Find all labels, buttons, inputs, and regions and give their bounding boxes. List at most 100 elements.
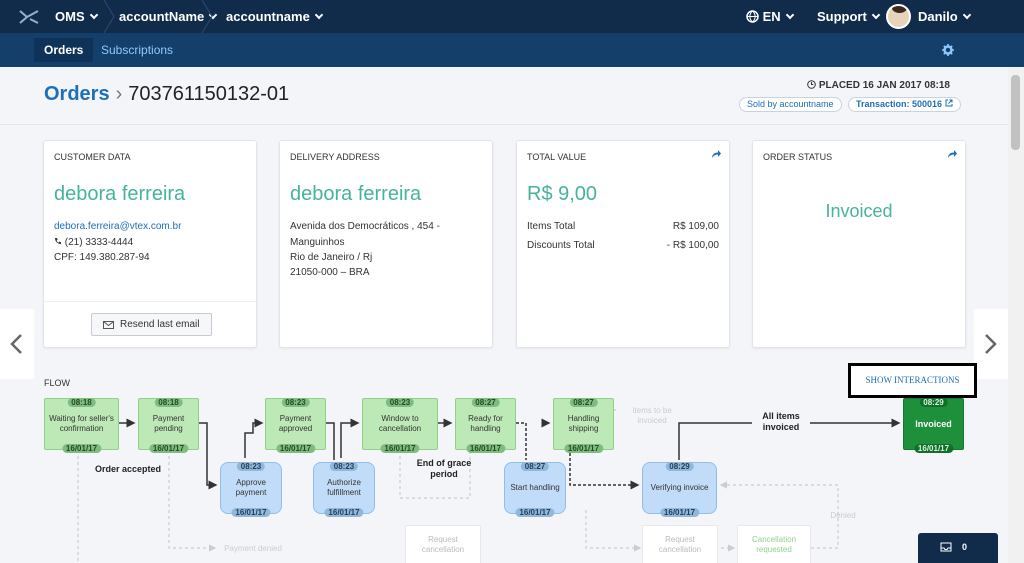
store-menu[interactable]: accountname xyxy=(226,0,324,33)
items-total-label: Items Total xyxy=(527,221,576,232)
node-label: Approve payment xyxy=(235,478,267,497)
node-label: Payment approved xyxy=(278,414,313,433)
transaction-badge[interactable]: Transaction: 500016 xyxy=(848,97,961,112)
transaction-label: Transaction: 500016 xyxy=(856,99,943,109)
flow-node-request-cancellation[interactable]: Request cancellation xyxy=(405,525,481,563)
user-menu[interactable]: Danilo xyxy=(918,0,971,33)
node-date: 16/01/17 xyxy=(563,444,604,453)
previous-order-button[interactable] xyxy=(0,309,34,379)
flow-node-ready-handling[interactable]: 08:27 Ready for handling 16/01/17 xyxy=(455,398,516,453)
flow-node-invoiced[interactable]: 08:29 Invoiced 16/01/17 xyxy=(903,398,964,453)
flow-node-waiting-confirmation[interactable]: 08:18 Waiting for seller's confirmation … xyxy=(44,398,119,453)
external-link-icon xyxy=(945,99,953,107)
items-total-value: R$ 109,00 xyxy=(672,221,719,232)
share-icon[interactable] xyxy=(711,149,721,159)
flow-node-cancellation-requested[interactable]: Cancellation requested xyxy=(737,525,811,563)
chevron-left-icon xyxy=(10,334,22,354)
total-label: TOTAL VALUE xyxy=(527,152,587,162)
flow-node-payment-approved[interactable]: 08:23 Payment approved 16/01/17 xyxy=(265,398,326,453)
support-label: Support xyxy=(817,9,867,24)
node-date: 16/01/17 xyxy=(913,444,954,453)
node-date: 16/01/17 xyxy=(465,444,506,453)
resend-email-button[interactable]: Resend last email xyxy=(91,313,212,336)
node-date: 16/01/17 xyxy=(659,508,700,517)
flow-node-start-handling[interactable]: 08:27 Start handling 16/01/17 xyxy=(504,462,566,517)
node-label: Window to cancellation xyxy=(378,414,422,433)
node-time: 08:27 xyxy=(471,398,500,407)
node-time: 08:23 xyxy=(281,398,310,407)
vtex-logo-icon[interactable] xyxy=(18,9,40,25)
node-label: Handling shipping xyxy=(567,414,600,433)
address-line2: Manguinhos xyxy=(290,237,345,248)
customer-email[interactable]: debora.ferreira@vtex.com.br xyxy=(54,221,181,232)
chat-count: 0 xyxy=(962,542,968,552)
node-date: 16/01/17 xyxy=(148,444,189,453)
node-label: Payment pending xyxy=(152,414,185,433)
discounts-total-label: Discounts Total xyxy=(527,240,595,251)
address-line4: 21050-000 – BRA xyxy=(290,267,370,278)
app-label: OMS xyxy=(55,9,85,24)
chevron-down-icon xyxy=(89,10,98,20)
breadcrumb-orders[interactable]: Orders xyxy=(44,83,110,105)
node-time: 08:23 xyxy=(329,462,359,471)
inbox-icon xyxy=(940,542,952,552)
top-navbar: OMS accountName accountname EN Support D… xyxy=(0,0,1024,33)
share-icon[interactable] xyxy=(947,149,957,159)
language-label: EN xyxy=(762,9,781,24)
flow-node-request-cancellation-2[interactable]: Request cancellation xyxy=(642,525,718,563)
node-label: Invoiced xyxy=(915,419,952,429)
address-line1: Avenida dos Democráticos , 454 - xyxy=(290,221,440,232)
customer-label: CUSTOMER DATA xyxy=(54,152,131,162)
scrollbar-thumb[interactable] xyxy=(1011,75,1020,150)
envelope-icon xyxy=(103,321,114,329)
secondary-navbar: Orders Subscriptions xyxy=(0,33,1024,67)
delivery-label: DELIVERY ADDRESS xyxy=(290,152,380,162)
flow-node-handling-shipping[interactable]: 08:27 Handling shipping 16/01/17 xyxy=(553,398,614,453)
node-time: 08:27 xyxy=(569,398,598,407)
breadcrumb-separator-icon xyxy=(103,0,115,33)
flow-node-window-cancellation[interactable]: 08:23 Window to cancellation 16/01/17 xyxy=(362,398,438,453)
flow-text-payment-denied: Payment denied xyxy=(224,544,282,553)
next-order-button[interactable] xyxy=(974,309,1008,379)
flow-node-approve-payment[interactable]: 08:23 Approve payment 16/01/17 xyxy=(220,462,282,517)
breadcrumb-separator-icon xyxy=(201,0,213,33)
node-date: 16/01/17 xyxy=(380,444,420,453)
flow-node-authorize-fulfillment[interactable]: 08:23 Authorize fulfillment 16/01/17 xyxy=(313,462,375,517)
flow-node-payment-pending[interactable]: 08:18 Payment pending 16/01/17 xyxy=(138,398,199,453)
discounts-total-value: - R$ 100,00 xyxy=(666,240,719,251)
avatar[interactable] xyxy=(886,4,911,29)
gear-icon[interactable] xyxy=(942,44,954,56)
address-line3: Rio de Janeiro / Rj xyxy=(290,252,373,263)
node-date: 16/01/17 xyxy=(515,508,555,517)
node-date: 16/01/17 xyxy=(61,444,102,453)
chat-widget[interactable]: 0 xyxy=(918,533,998,563)
node-label: Cancellation requested xyxy=(751,535,797,554)
resend-label: Resend last email xyxy=(120,319,200,330)
phone-icon xyxy=(55,238,61,244)
customer-card: CUSTOMER DATA debora ferreira debora.fer… xyxy=(43,140,257,348)
node-date: 16/01/17 xyxy=(231,508,271,517)
sold-by-badge[interactable]: Sold by accountname xyxy=(739,97,842,112)
chevron-down-icon xyxy=(962,10,971,20)
flow-node-verifying-invoice[interactable]: 08:29 Verifying invoice 16/01/17 xyxy=(642,462,717,517)
node-label: Request cancellation xyxy=(421,535,465,554)
node-label: Verifying invoice xyxy=(650,483,709,492)
flow-text-end-grace: End of grace period xyxy=(416,458,472,479)
status-card: ORDER STATUS Invoiced xyxy=(752,140,966,348)
app-menu[interactable]: OMS xyxy=(55,0,98,33)
language-menu[interactable]: EN xyxy=(746,0,794,33)
node-date: 16/01/17 xyxy=(324,508,364,517)
account-label: accountName xyxy=(119,9,205,24)
total-value: R$ 9,00 xyxy=(527,183,598,205)
chevron-down-icon xyxy=(871,10,881,20)
support-menu[interactable]: Support xyxy=(817,0,881,33)
node-time: 08:23 xyxy=(236,462,266,471)
tab-subscriptions[interactable]: Subscriptions xyxy=(91,38,183,62)
node-time: 08:23 xyxy=(385,398,415,407)
status-value: Invoiced xyxy=(825,201,893,221)
order-id: 703761150132-01 xyxy=(128,83,290,105)
total-card: TOTAL VALUE R$ 9,00 Items Total R$ 109,0… xyxy=(516,140,730,348)
customer-name: debora ferreira xyxy=(54,183,186,205)
tab-orders[interactable]: Orders xyxy=(34,38,94,62)
clock-icon xyxy=(807,80,816,89)
